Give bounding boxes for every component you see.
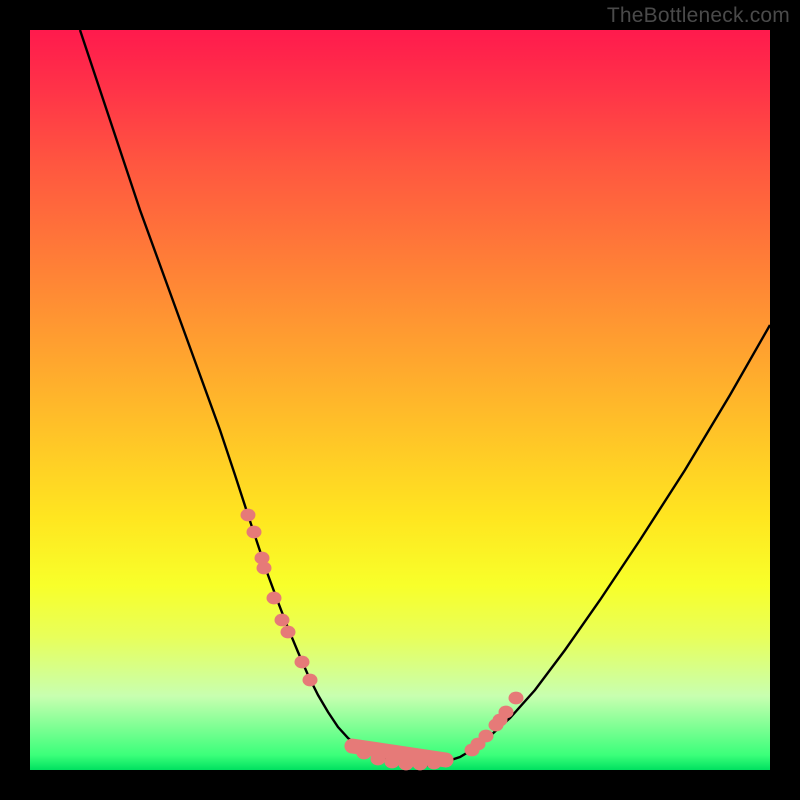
chart-frame: TheBottleneck.com — [0, 0, 800, 800]
curve-marker — [281, 626, 296, 639]
curve-marker — [303, 674, 318, 687]
curve-markers — [241, 509, 524, 771]
curve-marker — [267, 592, 282, 605]
curve-marker — [295, 656, 310, 669]
curve-marker — [385, 756, 400, 769]
bottleneck-curve — [80, 30, 770, 765]
curve-marker — [247, 526, 262, 539]
curve-marker — [399, 758, 414, 771]
curve-marker — [439, 754, 454, 767]
curve-marker — [357, 747, 372, 760]
curve-marker — [509, 692, 524, 705]
curve-marker — [241, 509, 256, 522]
curve-marker — [275, 614, 290, 627]
curve-marker — [371, 753, 386, 766]
chart-plot-area — [30, 30, 770, 770]
curve-marker — [499, 706, 514, 719]
curve-marker — [479, 730, 494, 743]
watermark-text: TheBottleneck.com — [607, 4, 790, 28]
curve-marker — [413, 758, 428, 771]
curve-marker — [257, 562, 272, 575]
chart-svg — [30, 30, 770, 770]
